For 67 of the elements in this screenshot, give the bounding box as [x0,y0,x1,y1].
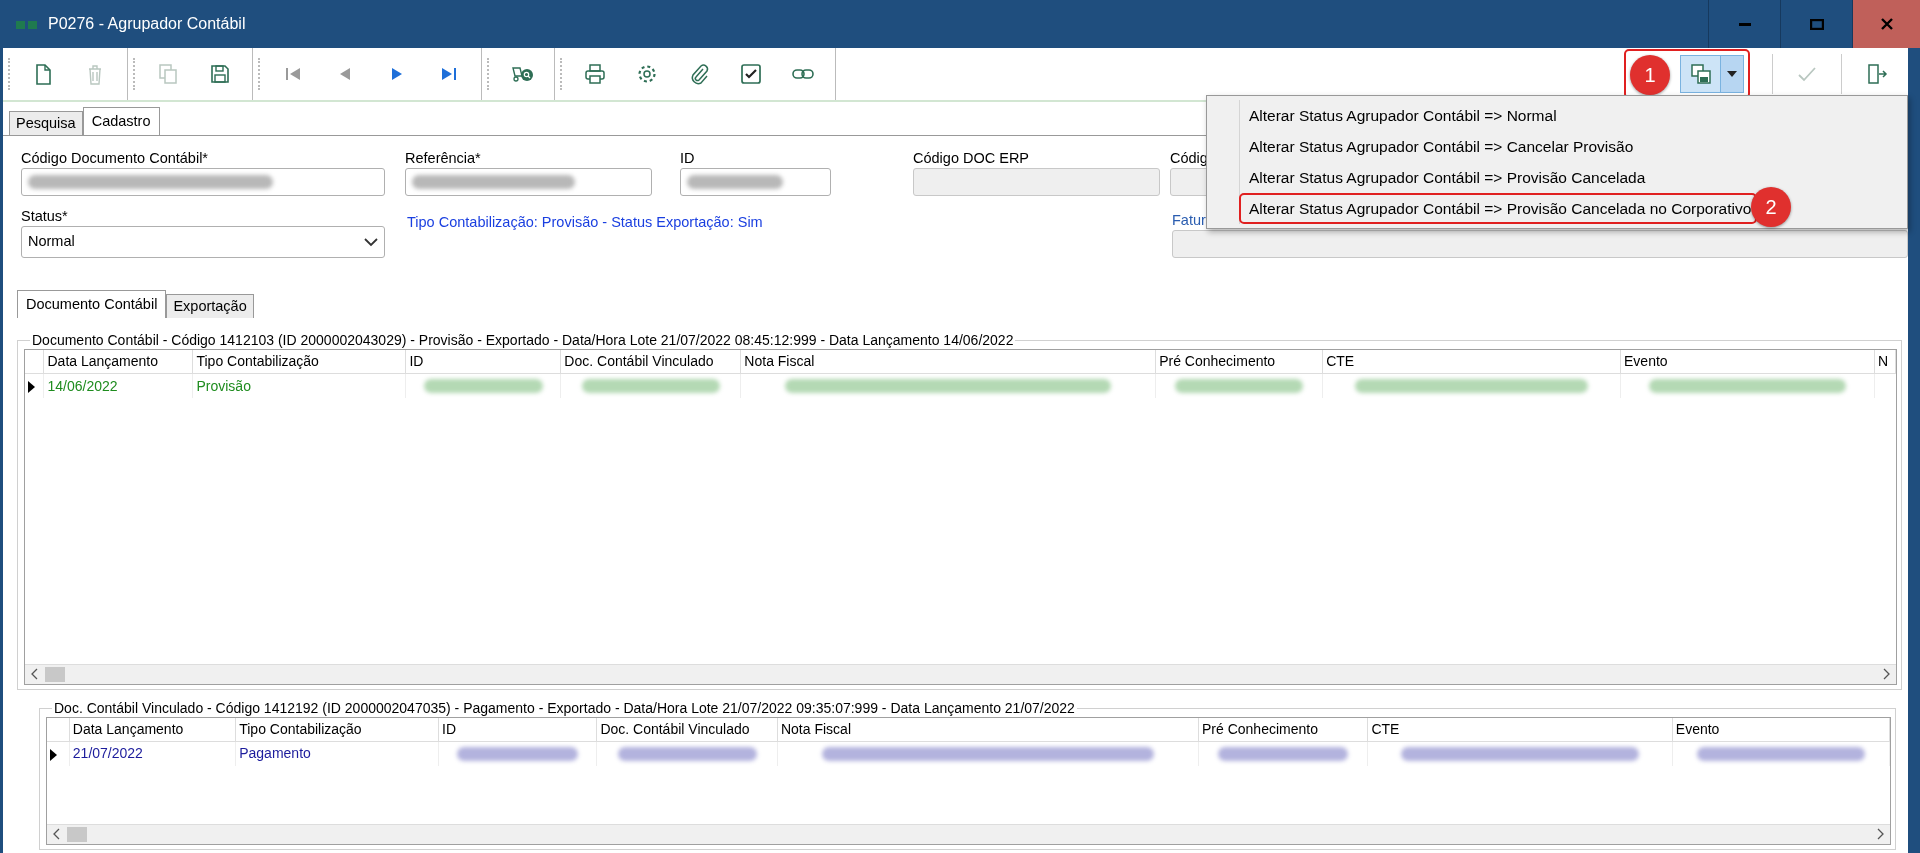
select-value: Normal [28,232,75,252]
input-field[interactable] [405,168,652,196]
tab[interactable]: Pesquisa [9,111,83,135]
menu-item[interactable]: Alterar Status Agrupador Contábil => Provisão Cancelada no Corporativo [1241,195,1752,222]
column-header[interactable]: CTE [1367,717,1673,742]
annotation-badge: 1 [1630,55,1670,95]
column-header[interactable]: ID [405,349,561,374]
printer-icon [583,62,607,86]
data-grid[interactable]: Data Lançamento Tipo Contabilização ID Doc. Contábil Vinculado Nota Fiscal Pré Conhecimento CTE Evento N 14/06/2022 Provisão [24,348,1897,685]
column-header[interactable]: Doc. Contábil Vinculado [596,717,778,742]
column-header[interactable]: Evento [1620,349,1875,374]
input-field[interactable] [680,168,831,196]
minimize-icon [1738,22,1751,26]
field-label: Referência* [405,149,482,168]
column-header[interactable]: Evento [1672,717,1890,742]
split-button[interactable] [1680,55,1744,93]
maximize-icon [1809,18,1824,30]
tab[interactable]: Documento Contábil [17,290,167,318]
scroll-left-icon [53,828,61,841]
data-grid[interactable]: Data Lançamento Tipo Contabilização ID Doc. Contábil Vinculado Nota Fiscal Pré Conhecimento CTE Evento 21/07/2022 Pagamento [46,716,1891,845]
tab[interactable]: Cadastro [82,107,160,135]
scroll-right-icon [1882,668,1890,681]
field-label: Código Documento Contábil* [21,149,209,168]
table-cell: 21/07/2022 [72,745,143,762]
scroll-thumb[interactable] [67,826,87,842]
info-text: Tipo Contabilização: Provisão - Status Exportação: Sim [407,213,764,232]
table-cell: Pagamento [239,745,311,762]
close-icon [1880,18,1893,30]
copy-icon [156,62,180,86]
app-logo-icon [16,19,38,30]
window-title: P0276 - Agrupador Contábil [48,14,246,34]
menu-item[interactable]: Alterar Status Agrupador Contábil => Normal [1241,102,1903,129]
horizontal-scrollbar[interactable] [47,823,1890,844]
column-header[interactable]: Data Lançamento [44,349,193,374]
field-label: Código DOC ERP [913,149,1031,168]
menu-item[interactable]: Alterar Status Agrupador Contábil => Cancelar Provisão [1241,133,1903,160]
input-field[interactable] [21,168,385,196]
annotation-badge: 2 [1751,187,1791,227]
column-header[interactable]: Tipo Contabilização [192,349,406,374]
column-header[interactable]: N [1874,349,1896,374]
table-cell: Provisão [196,377,251,394]
column-header[interactable]: Doc. Contábil Vinculado [560,349,741,374]
settings-icon [635,62,659,86]
field-label: Status* [21,207,69,226]
column-header[interactable]: CTE [1322,349,1621,374]
column-header[interactable]: Pré Conhecimento [1155,349,1323,374]
floppy-disks-icon [1688,62,1713,86]
caret-icon [1727,71,1737,77]
chevron-down-icon [364,237,378,247]
scroll-left-icon [31,668,39,681]
group-title: Documento Contábil - Código 1412103 (ID 2000002043029) - Provisão - Exportado - Data/Hora Lote 21/07/2022 08:45:12:999 - Data Lançamento 14/06/2022 [31,332,1015,349]
close-button[interactable] [1852,0,1920,48]
group-title: Doc. Contábil Vinculado - Código 1412192 (ID 2000002047035) - Pagamento - Exportado - Data/Hora Lote 21/07/2022 09:35:07:999 - Data Lançamento 21/07/2022 [53,699,1076,717]
horizontal-scrollbar[interactable] [25,663,1896,684]
scroll-thumb[interactable] [45,666,65,682]
checkbox-icon [739,62,763,86]
column-header[interactable]: Tipo Contabilização [235,717,439,742]
column-header[interactable]: Pré Conhecimento [1198,717,1368,742]
status-select[interactable]: Normal [21,226,385,258]
tab[interactable]: Exportação [166,294,254,318]
scroll-right-icon [1876,828,1884,841]
column-header[interactable]: ID [438,717,597,742]
field-label: ID [680,149,696,168]
column-header[interactable]: Data Lançamento [69,717,236,742]
table-cell: 14/06/2022 [47,377,118,394]
column-header[interactable]: Nota Fiscal [740,349,1156,374]
column-header[interactable]: Nota Fiscal [777,717,1199,742]
